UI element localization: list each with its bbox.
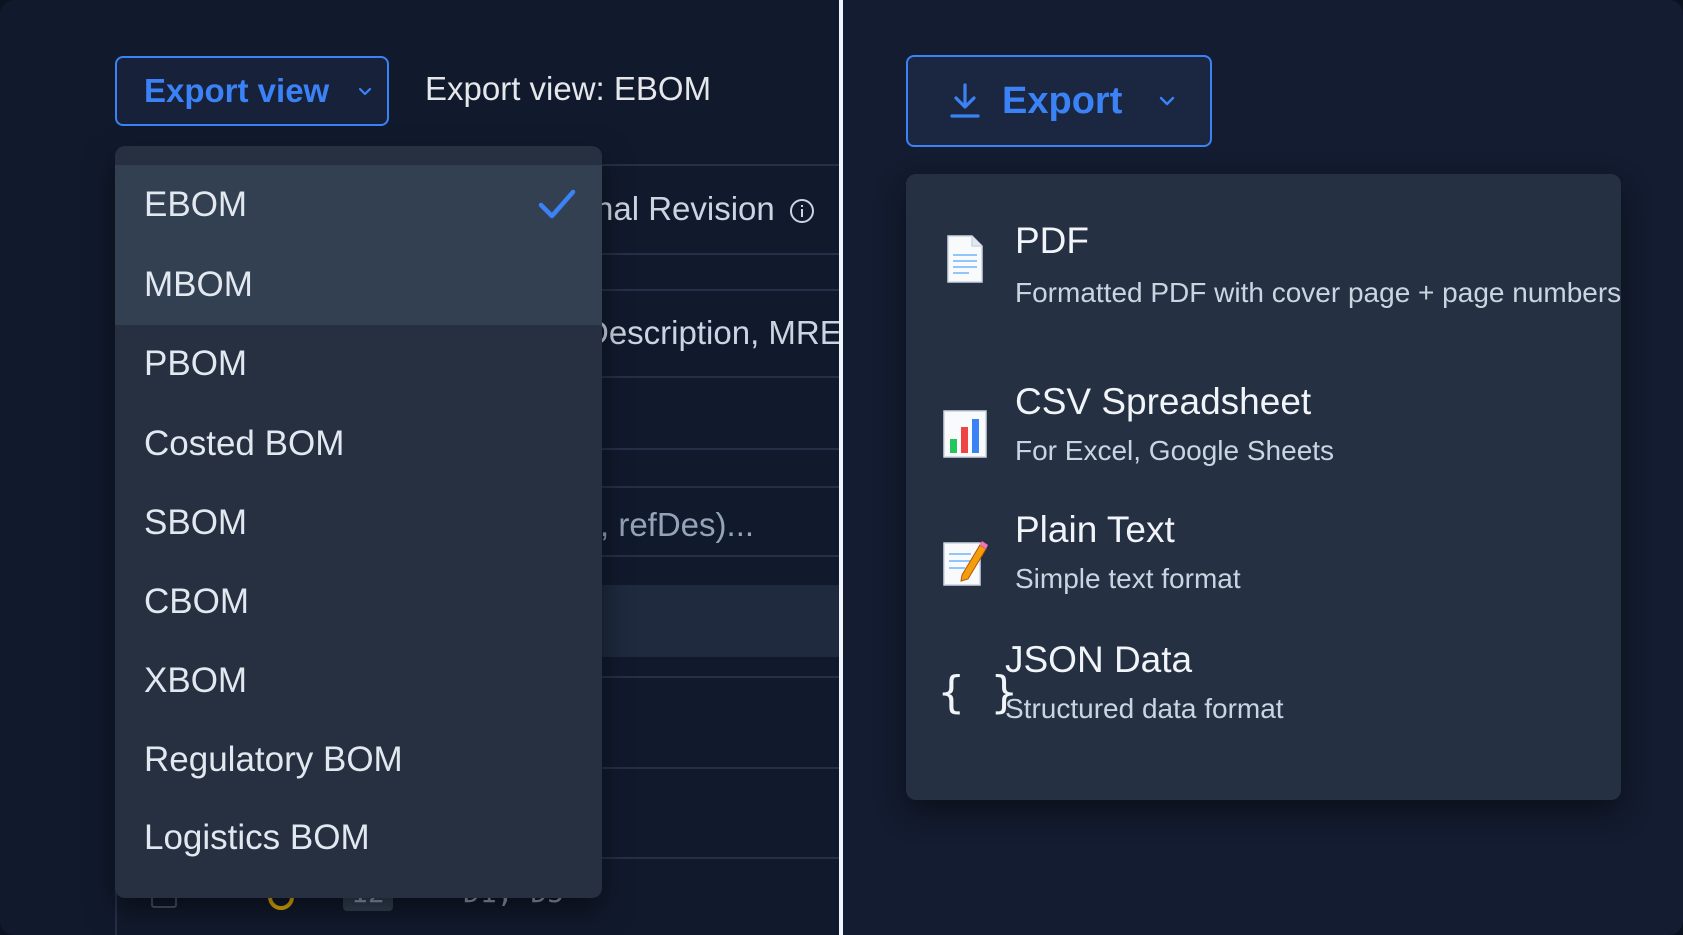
dropdown-item-label: CBOM	[144, 582, 249, 621]
dropdown-item-xbom[interactable]: XBOM	[115, 641, 602, 721]
download-icon	[950, 83, 980, 118]
option-description: Structured data format	[1005, 693, 1284, 724]
export-view-status: Export view: EBOM	[425, 70, 712, 107]
export-button[interactable]: Export	[906, 55, 1212, 147]
dropdown-item-mbom[interactable]: MBOM	[115, 245, 602, 325]
export-option-csv[interactable]: CSV Spreadsheet For Excel, Google Sheets	[906, 369, 1621, 489]
screenshot-frame: nal Revision Description, MRE , refDes).…	[0, 0, 1683, 935]
option-description: Simple text format	[1015, 563, 1241, 594]
checkmark-icon	[538, 189, 576, 219]
option-title: CSV Spreadsheet	[1015, 381, 1312, 422]
dropdown-item-regulatory-bom[interactable]: Regulatory BOM	[115, 720, 602, 800]
dropdown-item-label: MBOM	[144, 265, 253, 304]
option-description: Formatted PDF with cover page + page num…	[1015, 277, 1622, 308]
bar-chart-icon	[943, 410, 987, 458]
left-panel: nal Revision Description, MRE , refDes).…	[0, 0, 839, 935]
dropdown-item-ebom[interactable]: EBOM	[115, 165, 602, 245]
dropdown-item-label: XBOM	[144, 661, 248, 700]
option-description: For Excel, Google Sheets	[1015, 435, 1335, 466]
dropdown-item-label: Costed BOM	[144, 424, 345, 463]
dropdown-item-sbom[interactable]: SBOM	[115, 483, 602, 563]
dropdown-item-logistics-bom[interactable]: Logistics BOM	[115, 798, 602, 878]
dropdown-item-costed-bom[interactable]: Costed BOM	[115, 404, 602, 484]
export-view-dropdown: EBOM MBOM PBOM Costed BOM SBOM CBOM XBOM…	[115, 146, 602, 898]
dropdown-item-label: Regulatory BOM	[144, 740, 403, 779]
table-header-fragment: nal Revision	[595, 190, 815, 228]
chevron-down-icon	[359, 87, 372, 96]
dropdown-item-cbom[interactable]: CBOM	[115, 562, 602, 642]
export-option-plain-text[interactable]: Plain Text Simple text format	[906, 499, 1621, 619]
export-label: Export	[1002, 79, 1123, 122]
dropdown-item-label: SBOM	[144, 503, 248, 542]
dropdown-item-label: PBOM	[144, 344, 248, 383]
columns-fragment: Description, MRE	[585, 314, 839, 351]
memo-pencil-icon	[943, 541, 988, 586]
export-view-label: Export view	[144, 72, 330, 109]
option-title: PDF	[1015, 220, 1089, 261]
dropdown-item-label: Logistics BOM	[144, 818, 370, 857]
option-title: JSON Data	[1005, 639, 1193, 680]
dropdown-item-label: EBOM	[144, 185, 248, 224]
chevron-down-icon	[1160, 96, 1175, 106]
document-icon	[947, 235, 983, 283]
export-option-json[interactable]: { } JSON Data Structured data format	[906, 629, 1621, 759]
info-icon[interactable]	[789, 198, 815, 224]
right-panel: Export PDF Formatted PDF with cover page…	[843, 0, 1683, 935]
export-format-menu: PDF Formatted PDF with cover page + page…	[906, 174, 1621, 800]
export-option-pdf[interactable]: PDF Formatted PDF with cover page + page…	[906, 174, 1621, 344]
option-title: Plain Text	[1015, 509, 1175, 550]
filter-input-fragment[interactable]: , refDes)...	[600, 506, 754, 544]
export-view-button[interactable]: Export view	[115, 56, 389, 126]
dropdown-item-pbom[interactable]: PBOM	[115, 324, 602, 404]
